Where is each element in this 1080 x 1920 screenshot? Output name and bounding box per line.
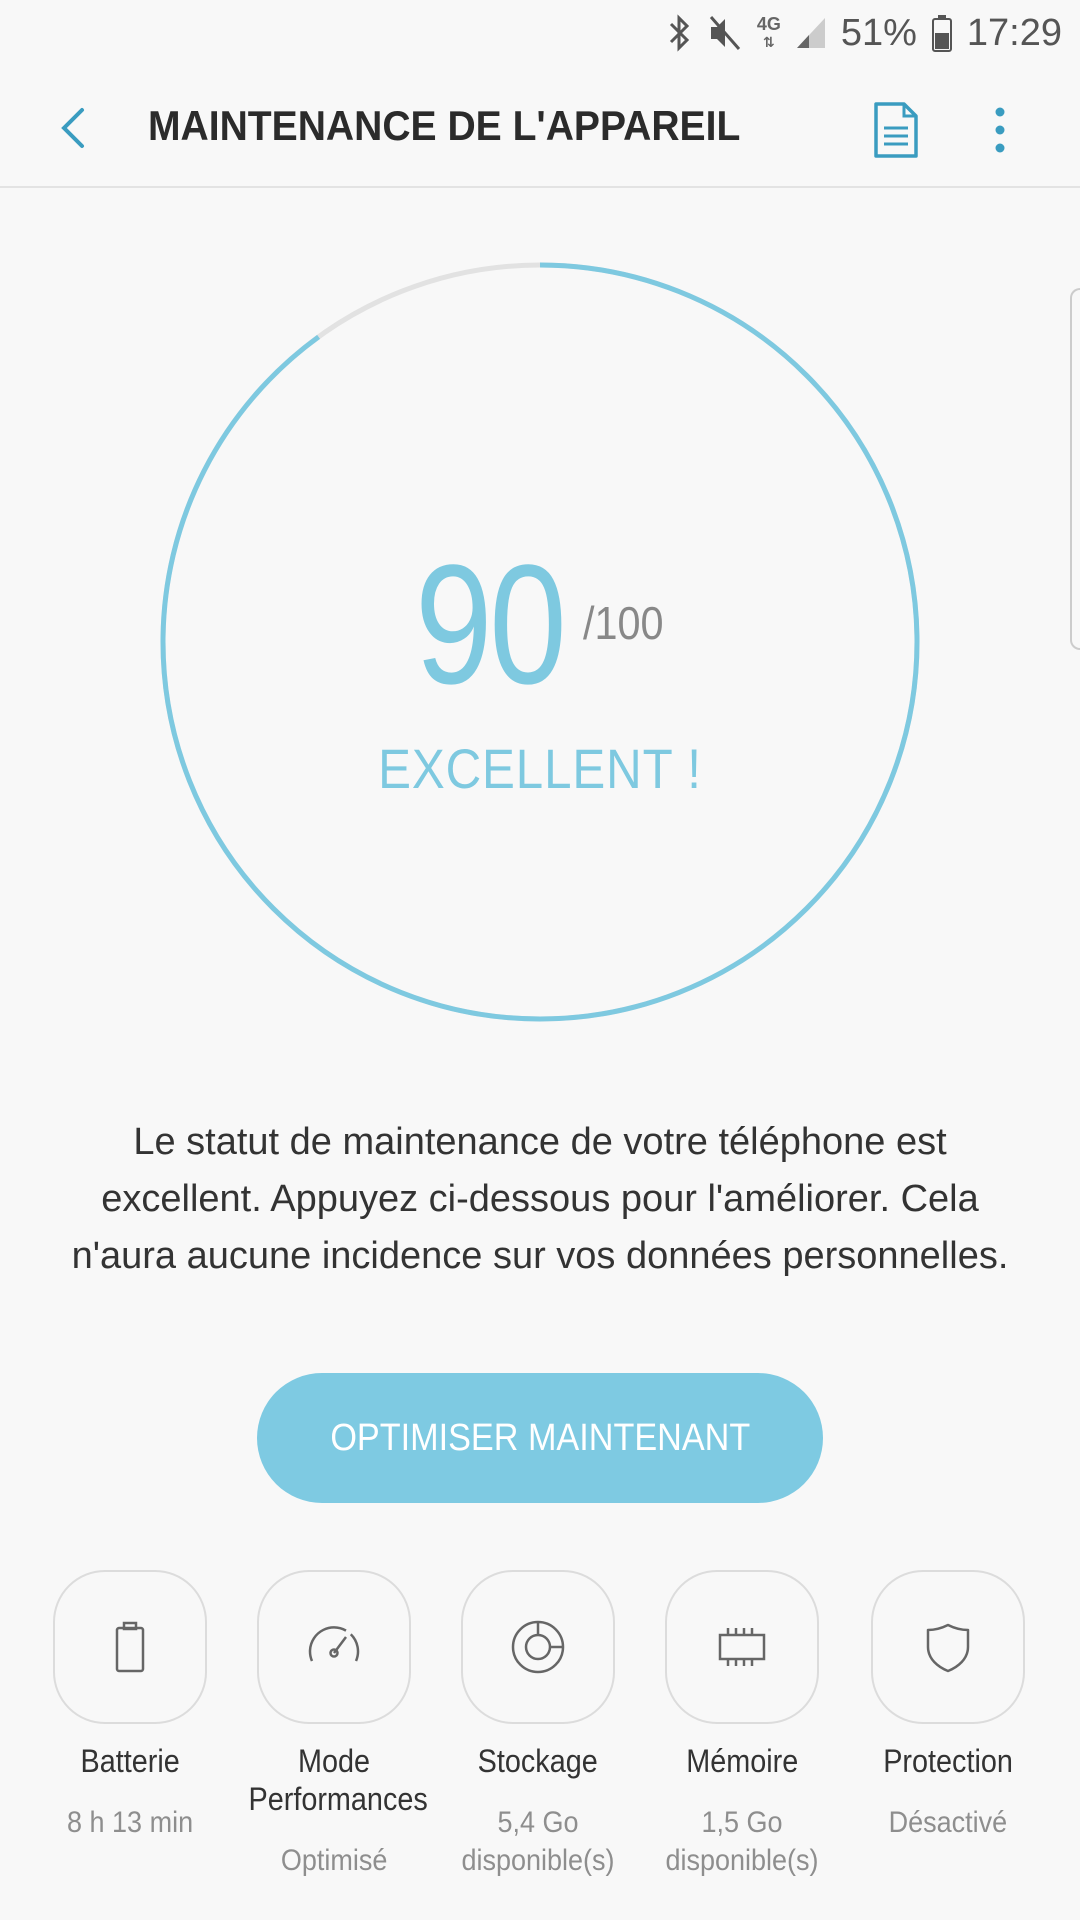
category-icon-box [665, 1570, 819, 1724]
category-icon-box [871, 1570, 1025, 1724]
battery-status-icon [931, 13, 953, 53]
storage-icon [511, 1620, 565, 1674]
battery-percent: 51% [840, 11, 917, 54]
category-value: Optimisé [280, 1844, 388, 1877]
more-vertical-icon [995, 107, 1005, 153]
category-value: Désactivé [888, 1806, 1008, 1839]
back-button[interactable] [50, 98, 100, 158]
category-label: Stockage [477, 1743, 599, 1779]
category-value: 1,5 Go disponible(s) [665, 1806, 819, 1877]
edge-panel-handle[interactable] [1070, 288, 1080, 650]
mute-icon [707, 13, 743, 53]
document-icon [874, 102, 918, 158]
network-type-icon: 4G ⇅ [757, 15, 781, 51]
score-max: /100 [583, 597, 664, 649]
signal-icon [795, 16, 827, 50]
page-title: MAINTENANCE DE L'APPAREIL [148, 102, 741, 149]
category-value: 5,4 Go disponible(s) [461, 1806, 615, 1877]
category-label-wrap: Mode Performances [232, 1742, 436, 1818]
category-icon-box [257, 1570, 411, 1724]
category-memory[interactable]: Mémoire 1,5 Go disponible(s) [640, 1570, 844, 1880]
shield-icon [926, 1623, 970, 1673]
category-battery[interactable]: Batterie 8 h 13 min [28, 1570, 232, 1842]
maintenance-categories: Batterie 8 h 13 min Mode Performances Op… [0, 1570, 1080, 1920]
category-label: Batterie [80, 1743, 180, 1779]
memory-chip-icon [718, 1628, 766, 1666]
app-bar: MAINTENANCE DE L'APPAREIL [0, 66, 1080, 188]
network-type: 4G [756, 14, 781, 34]
battery-icon [115, 1621, 145, 1673]
category-performance-mode[interactable]: Mode Performances Optimisé [232, 1570, 436, 1880]
category-protection[interactable]: Protection Désactivé [846, 1570, 1050, 1842]
category-label: Protection [883, 1743, 1013, 1779]
category-icon-box [53, 1570, 207, 1724]
category-value: 8 h 13 min [66, 1806, 194, 1839]
status-description: Le statut de maintenance de votre téléph… [71, 1121, 1009, 1277]
score-status: EXCELLENT ! [0, 736, 1080, 801]
more-options-button[interactable] [980, 100, 1020, 160]
speedometer-icon [308, 1626, 360, 1662]
category-label: Mémoire [685, 1743, 799, 1779]
chevron-left-icon [61, 108, 84, 148]
data-arrows-icon: ⇅ [762, 34, 775, 50]
bluetooth-icon [667, 13, 693, 53]
score-value: 90 [415, 530, 567, 720]
optimize-now-label: OPTIMISER MAINTENANT [330, 1416, 750, 1459]
category-storage[interactable]: Stockage 5,4 Go disponible(s) [436, 1570, 640, 1880]
device-maintenance-screen: 4G ⇅ 51% 17:29 MAINTENANCE DE L'APPAREIL [0, 0, 1080, 1920]
optimize-now-button[interactable]: OPTIMISER MAINTENANT [257, 1373, 823, 1503]
category-icon-box [461, 1570, 615, 1724]
status-bar: 4G ⇅ 51% 17:29 [0, 0, 1080, 66]
score-status-text: EXCELLENT ! [378, 737, 702, 800]
clock: 17:29 [966, 11, 1062, 54]
report-button[interactable] [868, 100, 924, 160]
category-label: Mode Performances [248, 1743, 428, 1817]
